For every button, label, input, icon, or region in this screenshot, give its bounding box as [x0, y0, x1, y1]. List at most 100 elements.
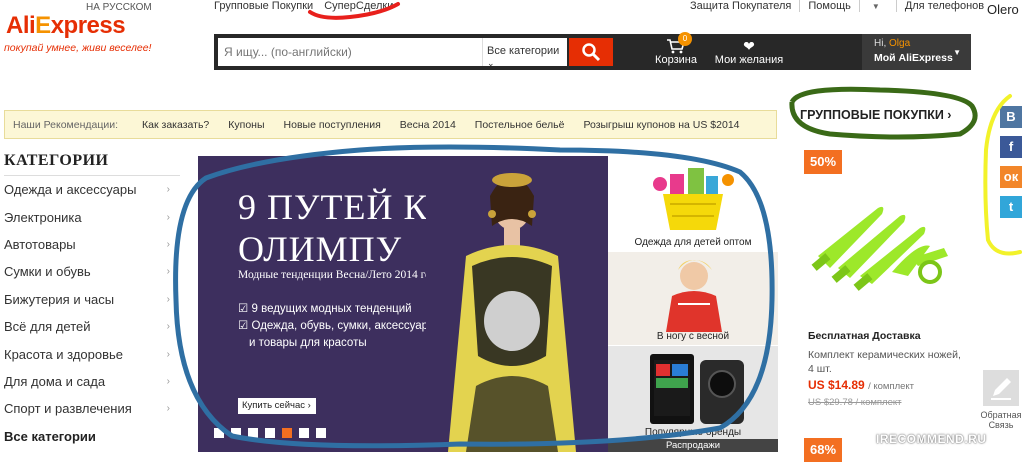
categories-title: КАТЕГОРИИ: [4, 152, 180, 176]
link-for-phones[interactable]: Для телефонов: [897, 0, 992, 12]
wishlist-button[interactable]: ❤ Мои желания: [714, 36, 784, 70]
category-item[interactable]: Электроника ›: [4, 203, 180, 230]
hero-title-line2: ОЛИМПУ: [238, 229, 403, 269]
chevron-right-icon: ›: [166, 266, 170, 278]
carousel-dot[interactable]: [248, 428, 258, 438]
browser-user-name: Olero: [987, 2, 1019, 17]
rec-link-how-to-order[interactable]: Как заказать?: [142, 119, 209, 131]
category-label: Всё для детей: [4, 319, 91, 335]
carousel-dot[interactable]: [299, 428, 309, 438]
greeting-user-name: Olga: [889, 38, 911, 49]
link-buyer-protection[interactable]: Защита Покупателя: [690, 0, 801, 12]
promo-sales-footer[interactable]: Распродажи: [608, 439, 778, 452]
discount-badge: 50%: [804, 150, 842, 174]
category-item[interactable]: Автотовары ›: [4, 231, 180, 258]
search-icon: [582, 43, 601, 62]
odnoklassniki-icon[interactable]: ок: [1000, 166, 1022, 188]
promo-caption: В ногу с весной: [656, 331, 730, 342]
search-button[interactable]: [569, 38, 613, 66]
promo-girl-image: [666, 260, 722, 332]
category-label: Одежда и аксессуары: [4, 182, 137, 198]
search-input[interactable]: [218, 38, 482, 66]
chevron-right-icon: ›: [166, 184, 170, 196]
cart-button[interactable]: 0 Корзина: [654, 32, 698, 70]
logo-slogan: покупай умнее, живи веселее!: [4, 42, 152, 54]
rec-link-new-arrivals[interactable]: Новые поступления: [284, 119, 381, 131]
category-item[interactable]: Бижутерия и часы ›: [4, 286, 180, 313]
rec-link-coupons[interactable]: Купоны: [228, 119, 264, 131]
cart-label: Корзина: [655, 54, 697, 66]
logo-wordmark: AliExpress: [6, 12, 126, 40]
twitter-icon[interactable]: t: [1000, 196, 1022, 218]
knife-set-image[interactable]: [808, 186, 958, 296]
link-super-deals[interactable]: СуперСделки: [324, 0, 393, 12]
link-help-label: Помощь: [808, 0, 860, 12]
discount-badge: 68%: [804, 438, 842, 462]
feedback-label: Связь: [988, 420, 1014, 430]
category-item[interactable]: Красота и здоровье ›: [4, 340, 180, 367]
category-item[interactable]: Для дома и сада ›: [4, 368, 180, 395]
recommendations-bar: Наши Рекомендации: Как заказать? Купоны …: [4, 110, 777, 139]
rec-link-spring-2014[interactable]: Весна 2014: [400, 119, 456, 131]
promo-caption: Одежда для детей оптом: [634, 237, 752, 248]
rec-link-bedding[interactable]: Постельное бельё: [475, 119, 565, 131]
hero-banner[interactable]: 9 ПУТЕЙ К ОЛИМПУ Модные тенденции Весна/…: [198, 156, 608, 452]
buy-now-button[interactable]: Купить сейчас ›: [238, 398, 316, 414]
all-categories-link[interactable]: Все категории: [4, 423, 180, 450]
category-label: Спорт и развлечения: [4, 401, 132, 417]
carousel-dot[interactable]: [231, 428, 241, 438]
chevron-down-icon: ⌄: [487, 58, 495, 68]
chevron-right-icon: ›: [166, 238, 170, 250]
product-name[interactable]: Комплект керамических ножей, 4 шт.: [808, 348, 968, 376]
link-help[interactable]: Помощь ▼: [800, 0, 897, 12]
aliexpress-logo[interactable]: НА РУССКОМ AliExpress покупай умнее, жив…: [4, 2, 154, 62]
chevron-down-icon: ▼: [871, 2, 880, 11]
search-category-label: Все категории: [487, 45, 560, 57]
carousel-dots: [214, 428, 326, 438]
greeting-hi: Hi,: [874, 38, 887, 49]
group-buys-title[interactable]: ГРУППОВЫЕ ПОКУПКИ ›: [800, 108, 951, 122]
facebook-icon[interactable]: f: [1000, 136, 1022, 158]
category-label: Для дома и сада: [4, 373, 106, 389]
category-item[interactable]: Сумки и обувь ›: [4, 258, 180, 285]
price-unit: / комплект: [868, 381, 915, 392]
logo-e-letter: E: [35, 12, 51, 39]
social-share-bar: В f ок t: [1000, 106, 1024, 226]
hero-subtitle: Модные тенденции Весна/Лето 2014 года: [238, 269, 442, 281]
carousel-dot[interactable]: [214, 428, 224, 438]
chevron-right-icon: ›: [166, 375, 170, 387]
carousel-dot[interactable]: [316, 428, 326, 438]
cart-count-badge: 0: [678, 32, 692, 46]
vk-icon[interactable]: В: [1000, 106, 1022, 128]
greeting: Hi, Olga: [874, 38, 910, 49]
hero-bullet: и товары для красоты: [249, 337, 367, 349]
categories-sidebar: КАТЕГОРИИ Одежда и аксессуары › Электрони…: [4, 152, 180, 450]
category-label: Бижутерия и часы: [4, 291, 115, 307]
promo-kids-clothing[interactable]: Одежда для детей оптом: [608, 156, 778, 251]
rec-link-coupon-giveaway[interactable]: Розыгрыш купонов на US $2014: [583, 119, 739, 131]
hero-title-line1: 9 ПУТЕЙ К: [238, 187, 429, 227]
recommendations-label: Наши Рекомендации:: [13, 118, 119, 131]
category-item[interactable]: Спорт и развлечения ›: [4, 395, 180, 422]
my-aliexpress-menu[interactable]: Hi, Olga Мой AliExpress ▼: [862, 34, 971, 70]
promo-brands[interactable]: Популярные бренды Распродажи: [608, 346, 778, 452]
logo-xpress: xpress: [50, 12, 126, 39]
search-bar: Все категории ⌄ 0 Корзина ❤ Мои желания …: [214, 32, 971, 70]
carousel-dot-active[interactable]: [282, 428, 292, 438]
carousel-dot[interactable]: [265, 428, 275, 438]
price-value: US $14.89: [808, 378, 865, 392]
logo-ali: Ali: [6, 12, 36, 39]
heart-icon: ❤: [743, 38, 755, 54]
link-group-buys[interactable]: Групповые Покупки: [214, 0, 313, 12]
category-item[interactable]: Одежда и аксессуары ›: [4, 176, 180, 203]
category-label: Электроника: [4, 209, 82, 225]
chevron-right-icon: ›: [166, 403, 170, 415]
header: НА РУССКОМ AliExpress покупай умнее, жив…: [0, 0, 1024, 86]
search-category-select[interactable]: Все категории ⌄: [482, 38, 567, 68]
feedback-icon: [983, 370, 1019, 406]
hero-title: 9 ПУТЕЙ К ОЛИМПУ: [238, 186, 428, 270]
promo-spring[interactable]: В ногу с весной: [608, 252, 778, 345]
chevron-right-icon: ›: [166, 211, 170, 223]
feedback-button[interactable]: Обратная Связь: [978, 370, 1024, 430]
category-item[interactable]: Всё для детей ›: [4, 313, 180, 340]
